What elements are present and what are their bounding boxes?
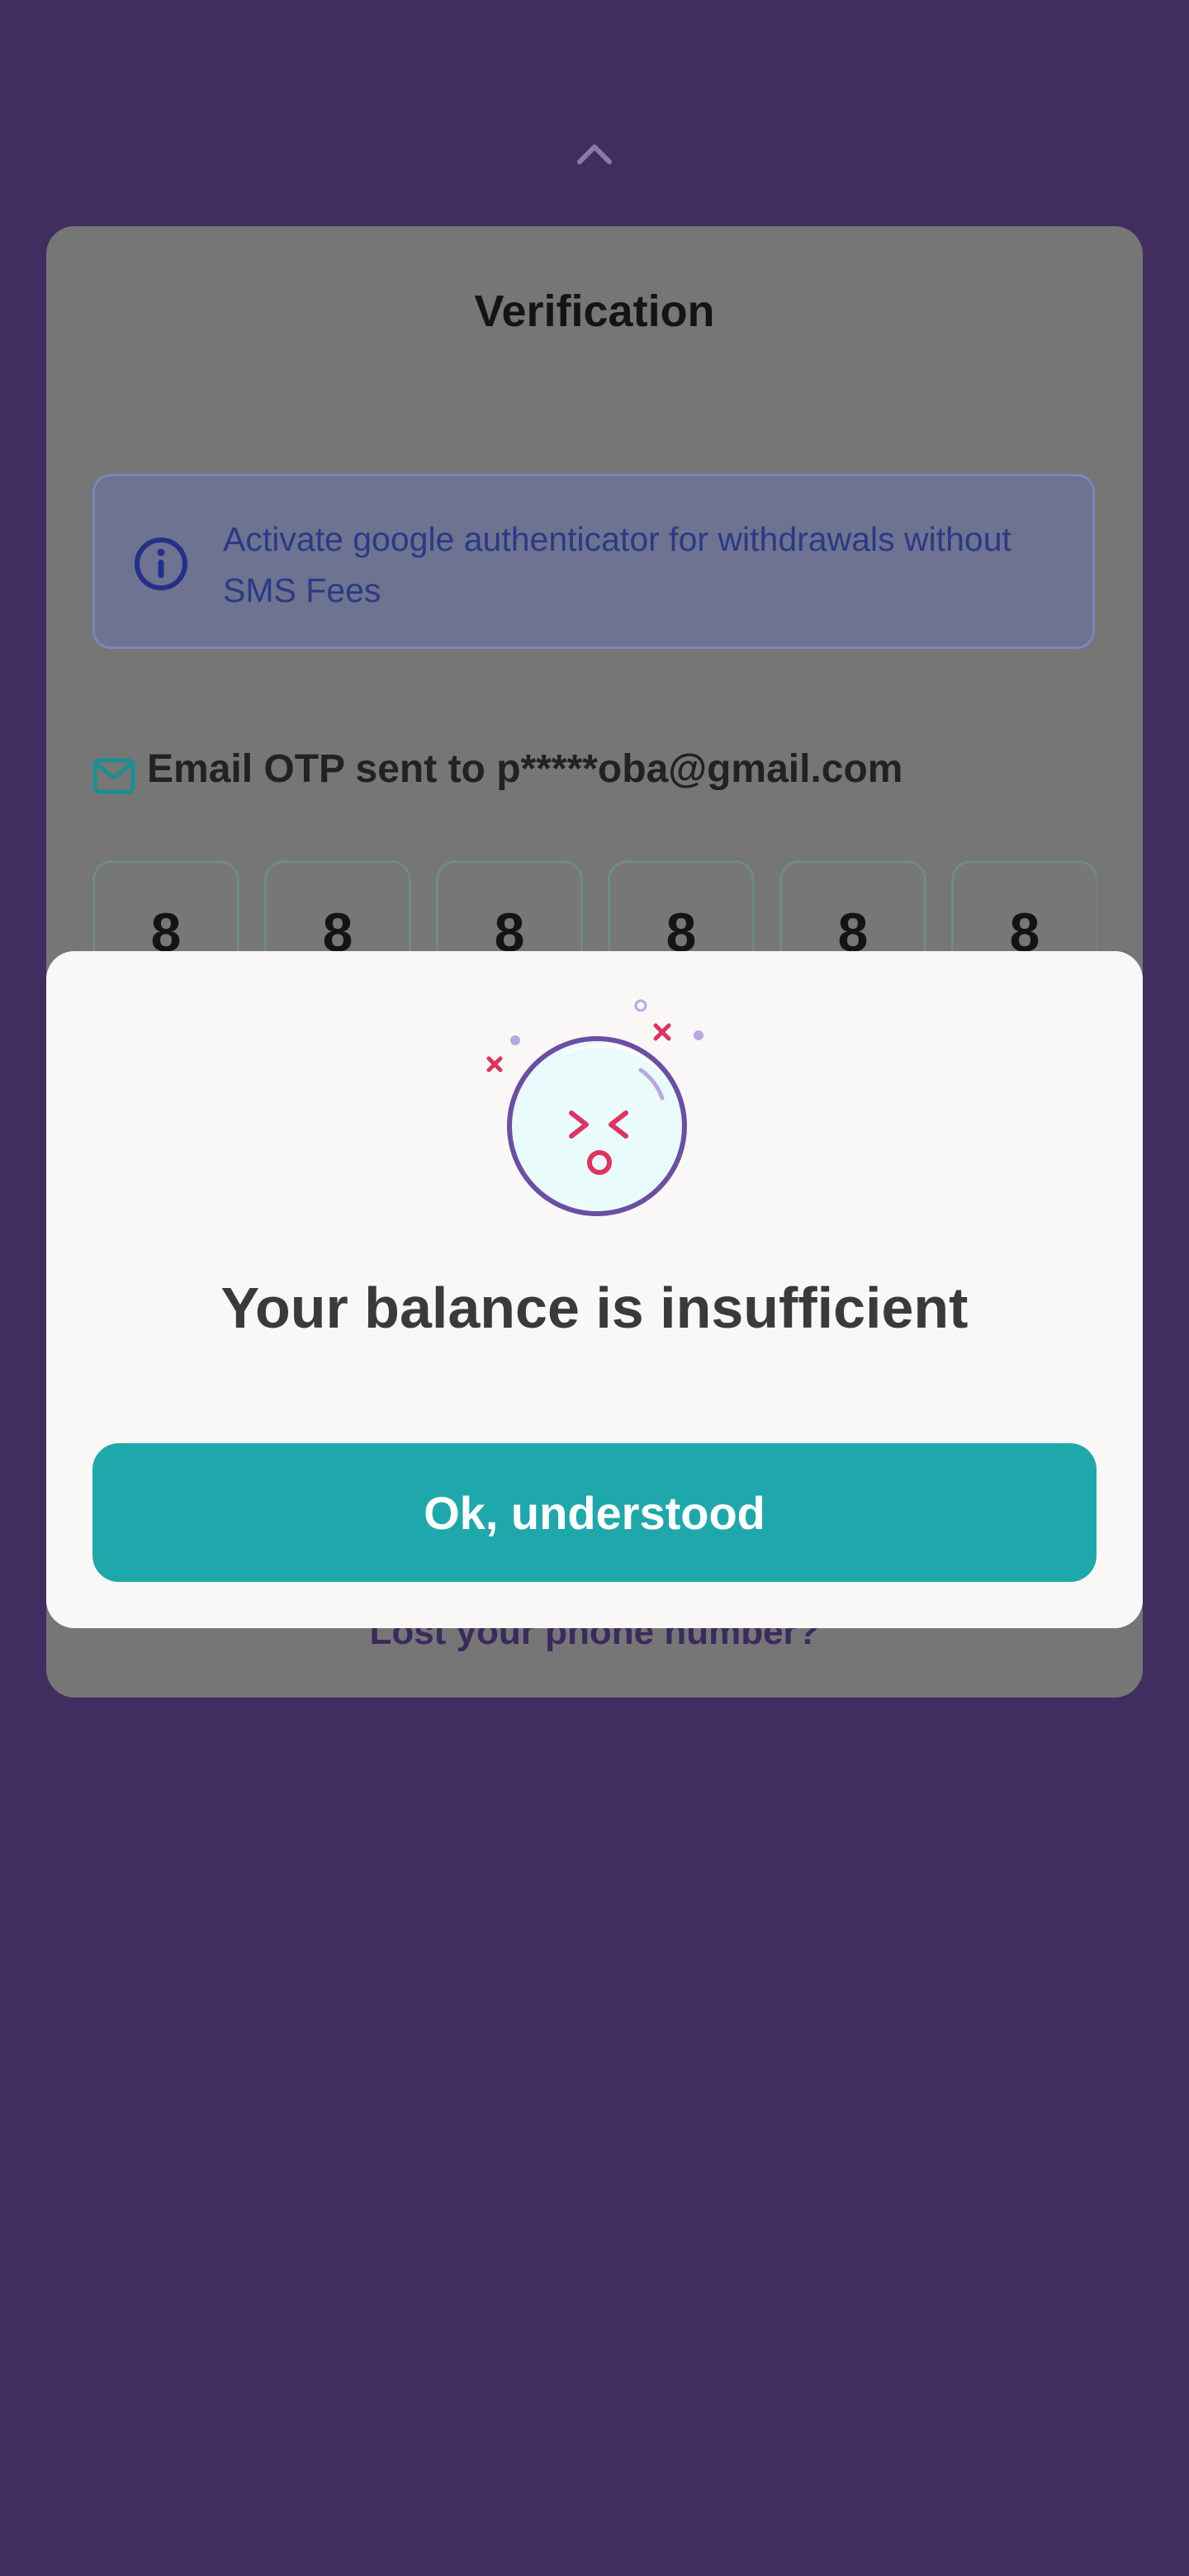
ok-understood-button[interactable]: Ok, understood (92, 1443, 1097, 1582)
chevron-up-icon[interactable] (576, 142, 613, 165)
mail-icon (92, 758, 135, 794)
email-otp-label: Email OTP sent to p*****oba@gmail.com (147, 747, 903, 791)
info-banner-text: Activate google authenticator for withdr… (223, 520, 1011, 609)
sad-face-icon (486, 999, 703, 1216)
dialog-title: Your balance is insufficient (220, 1276, 969, 1340)
info-icon (135, 537, 187, 590)
page-title: Verification (474, 286, 715, 336)
